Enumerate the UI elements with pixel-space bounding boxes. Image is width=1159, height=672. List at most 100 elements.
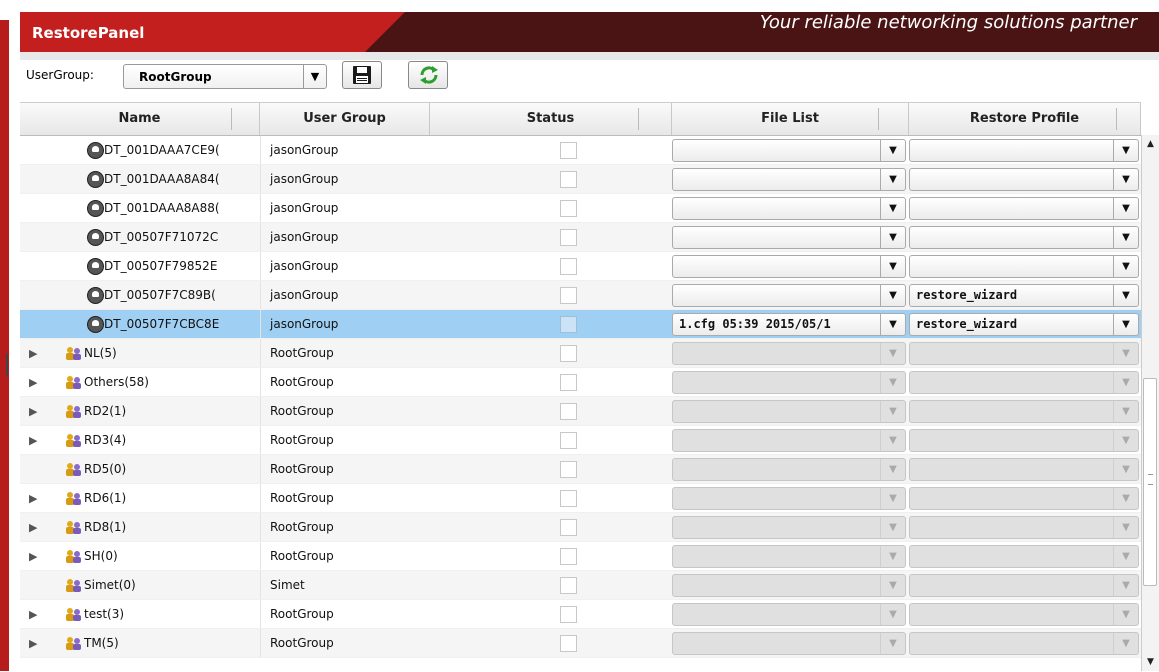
status-checkbox[interactable]	[560, 345, 577, 362]
chevron-down-icon[interactable]: ▼	[880, 314, 905, 335]
chevron-down-icon[interactable]: ▼	[1113, 285, 1138, 306]
chevron-down-icon[interactable]: ▼	[1113, 372, 1138, 393]
column-header-name[interactable]: Name	[20, 103, 260, 135]
chevron-down-icon[interactable]: ▼	[1113, 430, 1138, 451]
splitter-grip[interactable]	[6, 354, 8, 376]
chevron-down-icon[interactable]: ▼	[1113, 198, 1138, 219]
file-list-dropdown[interactable]: ▼	[672, 197, 906, 220]
restore-profile-dropdown[interactable]: restore_wizard ▼	[909, 313, 1139, 336]
file-list-dropdown[interactable]: ▼	[672, 574, 906, 597]
restore-profile-dropdown[interactable]: ▼	[909, 226, 1139, 249]
chevron-down-icon[interactable]: ▼	[1113, 546, 1138, 567]
status-checkbox[interactable]	[560, 606, 577, 623]
table-row[interactable]: DT_00507F7CBC8E jasonGroup 1.cfg 05:39 2…	[20, 310, 1141, 339]
scroll-up-arrow-icon[interactable]: ▲	[1142, 135, 1159, 153]
table-row[interactable]: ▶ RD8(1) RootGroup ▼ ▼	[20, 513, 1141, 542]
restore-profile-dropdown[interactable]: ▼	[909, 487, 1139, 510]
chevron-down-icon[interactable]: ▼	[880, 401, 905, 422]
restore-profile-dropdown[interactable]: restore_wizard ▼	[909, 284, 1139, 307]
file-list-dropdown[interactable]: ▼	[672, 400, 906, 423]
chevron-down-icon[interactable]: ▼	[1113, 343, 1138, 364]
table-row[interactable]: ▶ test(3) RootGroup ▼ ▼	[20, 600, 1141, 629]
table-row[interactable]: DT_00507F71072C jasonGroup ▼ ▼	[20, 223, 1141, 252]
restore-profile-dropdown[interactable]: ▼	[909, 632, 1139, 655]
file-list-dropdown[interactable]: ▼	[672, 226, 906, 249]
chevron-down-icon[interactable]: ▼	[1113, 488, 1138, 509]
save-button[interactable]	[342, 61, 382, 89]
chevron-down-icon[interactable]: ▼	[880, 285, 905, 306]
status-checkbox[interactable]	[560, 287, 577, 304]
refresh-button[interactable]	[408, 61, 448, 89]
status-checkbox[interactable]	[560, 374, 577, 391]
status-checkbox[interactable]	[560, 142, 577, 159]
restore-profile-dropdown[interactable]: ▼	[909, 342, 1139, 365]
chevron-down-icon[interactable]: ▼	[1113, 169, 1138, 190]
chevron-down-icon[interactable]: ▼	[1113, 517, 1138, 538]
status-checkbox[interactable]	[560, 635, 577, 652]
scroll-down-arrow-icon[interactable]: ▼	[1142, 653, 1159, 671]
file-list-dropdown[interactable]: 1.cfg 05:39 2015/05/1 ▼	[672, 313, 906, 336]
table-row[interactable]: ▶ NL(5) RootGroup ▼ ▼	[20, 339, 1141, 368]
column-header-file-list[interactable]: File List	[672, 103, 909, 135]
file-list-dropdown[interactable]: ▼	[672, 603, 906, 626]
expand-arrow-icon[interactable]: ▶	[29, 397, 37, 425]
status-checkbox[interactable]	[560, 403, 577, 420]
chevron-down-icon[interactable]: ▼	[1113, 227, 1138, 248]
chevron-down-icon[interactable]: ▼	[880, 140, 905, 161]
chevron-down-icon[interactable]: ▼	[303, 65, 326, 88]
chevron-down-icon[interactable]: ▼	[880, 633, 905, 654]
table-row[interactable]: Simet(0) Simet ▼ ▼	[20, 571, 1141, 600]
status-checkbox[interactable]	[560, 200, 577, 217]
restore-profile-dropdown[interactable]: ▼	[909, 574, 1139, 597]
status-checkbox[interactable]	[560, 229, 577, 246]
expand-arrow-icon[interactable]: ▶	[29, 339, 37, 367]
table-row[interactable]: ▶ Others(58) RootGroup ▼ ▼	[20, 368, 1141, 397]
status-checkbox[interactable]	[560, 171, 577, 188]
chevron-down-icon[interactable]: ▼	[1113, 256, 1138, 277]
table-row[interactable]: ▶ RD3(4) RootGroup ▼ ▼	[20, 426, 1141, 455]
column-header-restore-profile[interactable]: Restore Profile	[909, 103, 1141, 135]
scrollbar-thumb[interactable]	[1143, 378, 1157, 586]
table-row[interactable]: ▶ RD2(1) RootGroup ▼ ▼	[20, 397, 1141, 426]
chevron-down-icon[interactable]: ▼	[880, 604, 905, 625]
chevron-down-icon[interactable]: ▼	[1113, 604, 1138, 625]
file-list-dropdown[interactable]: ▼	[672, 632, 906, 655]
status-checkbox[interactable]	[560, 316, 577, 333]
chevron-down-icon[interactable]: ▼	[880, 459, 905, 480]
expand-arrow-icon[interactable]: ▶	[29, 600, 37, 628]
file-list-dropdown[interactable]: ▼	[672, 342, 906, 365]
status-checkbox[interactable]	[560, 577, 577, 594]
status-checkbox[interactable]	[560, 490, 577, 507]
status-checkbox[interactable]	[560, 258, 577, 275]
restore-profile-dropdown[interactable]: ▼	[909, 197, 1139, 220]
expand-arrow-icon[interactable]: ▶	[29, 542, 37, 570]
expand-arrow-icon[interactable]: ▶	[29, 513, 37, 541]
chevron-down-icon[interactable]: ▼	[880, 488, 905, 509]
chevron-down-icon[interactable]: ▼	[880, 546, 905, 567]
restore-profile-dropdown[interactable]: ▼	[909, 139, 1139, 162]
chevron-down-icon[interactable]: ▼	[1113, 633, 1138, 654]
table-row[interactable]: DT_00507F79852E jasonGroup ▼ ▼	[20, 252, 1141, 281]
table-row[interactable]: DT_001DAAA8A88( jasonGroup ▼ ▼	[20, 194, 1141, 223]
chevron-down-icon[interactable]: ▼	[880, 227, 905, 248]
expand-arrow-icon[interactable]: ▶	[29, 368, 37, 396]
expand-arrow-icon[interactable]: ▶	[29, 484, 37, 512]
chevron-down-icon[interactable]: ▼	[880, 575, 905, 596]
chevron-down-icon[interactable]: ▼	[1113, 459, 1138, 480]
table-row[interactable]: ▶ TM(5) RootGroup ▼ ▼	[20, 629, 1141, 658]
usergroup-select[interactable]: RootGroup ▼	[123, 64, 327, 89]
expand-arrow-icon[interactable]: ▶	[29, 426, 37, 454]
column-header-status[interactable]: Status	[430, 103, 672, 135]
restore-profile-dropdown[interactable]: ▼	[909, 429, 1139, 452]
restore-profile-dropdown[interactable]: ▼	[909, 603, 1139, 626]
chevron-down-icon[interactable]: ▼	[1113, 314, 1138, 335]
file-list-dropdown[interactable]: ▼	[672, 516, 906, 539]
file-list-dropdown[interactable]: ▼	[672, 139, 906, 162]
file-list-dropdown[interactable]: ▼	[672, 458, 906, 481]
table-row[interactable]: ▶ RD6(1) RootGroup ▼ ▼	[20, 484, 1141, 513]
table-row[interactable]: DT_00507F7C89B( jasonGroup ▼ restore_wiz…	[20, 281, 1141, 310]
chevron-down-icon[interactable]: ▼	[1113, 401, 1138, 422]
restore-profile-dropdown[interactable]: ▼	[909, 516, 1139, 539]
restore-profile-dropdown[interactable]: ▼	[909, 168, 1139, 191]
chevron-down-icon[interactable]: ▼	[880, 372, 905, 393]
